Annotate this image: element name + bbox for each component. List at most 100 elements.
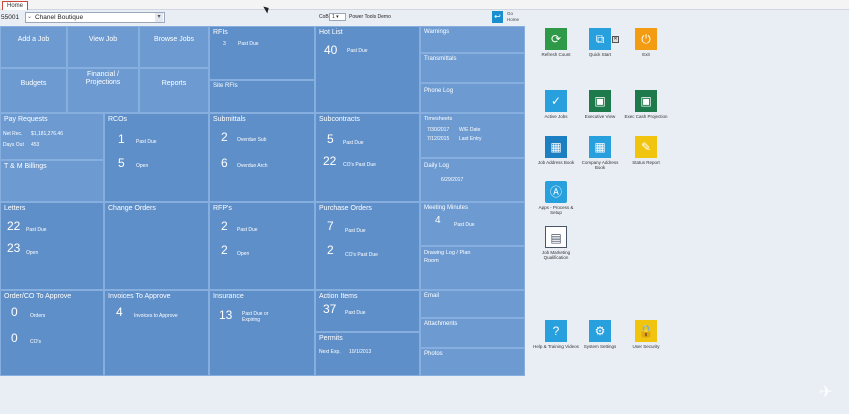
executive-view-button[interactable]: ▣ Executive View — [577, 90, 623, 119]
letters-count-open: 23 — [7, 241, 21, 255]
company-address-icon: ▦ — [589, 136, 611, 158]
job-address-book-label: Job Address Book — [537, 160, 575, 165]
subcontracts-label-co: CO's Past Due — [343, 162, 376, 168]
submittals-title: Submittals — [213, 116, 246, 123]
action-items-tile[interactable]: Action Items 37 Past Due — [315, 290, 420, 332]
insurance-label: Past Due or Expiring — [242, 311, 269, 323]
system-settings-label: System Settings — [583, 344, 617, 349]
action-items-label: Past Due — [345, 310, 366, 316]
tab-home[interactable]: Home — [2, 1, 29, 10]
exec-cash-projection-button[interactable]: ▣ Exec Cash Projection — [623, 90, 669, 119]
daily-log-title: Daily Log — [424, 163, 450, 169]
company-address-book-label: Company Address Book — [581, 160, 619, 170]
timesheets-label-last: Last Entry — [459, 136, 482, 142]
rfps-tile[interactable]: RFP's 2 Past Due 2 Open — [209, 202, 315, 290]
drawing-log-tile[interactable]: Drawing Log / Plan Room — [420, 246, 525, 290]
home-button[interactable]: ↩ — [492, 11, 503, 23]
home-label: Go Home — [507, 11, 520, 22]
refresh-count-button[interactable]: ⟳ Refresh Count — [533, 28, 579, 57]
company-name: Power Tools Demo — [349, 14, 391, 20]
apps-icon: Ⓐ — [545, 181, 567, 203]
letters-tile[interactable]: Letters 22 Past Due 23 Open — [0, 202, 104, 290]
order-co-count-orders: 0 — [11, 305, 18, 319]
submittals-tile[interactable]: Submittals 2 Overdue Sub 6 Overdue Arch — [209, 113, 315, 202]
insurance-tile[interactable]: Insurance 13 Past Due or Expiring — [209, 290, 315, 376]
apps-process-setup-button[interactable]: Ⓐ Apps - Process & Setup — [533, 181, 579, 215]
company-address-book-button[interactable]: ▦ Company Address Book — [577, 136, 623, 170]
submittals-count-arch: 6 — [221, 156, 228, 170]
view-job-tile[interactable]: View Job — [67, 26, 139, 68]
exit-button[interactable]: ⏻ Exit — [623, 28, 669, 57]
rfis-title: RFIs — [213, 29, 228, 36]
user-security-button[interactable]: 🔒 User Security — [623, 320, 669, 349]
executive-icon: ▣ — [589, 90, 611, 112]
purchase-orders-tile[interactable]: Purchase Orders 7 Past Due 2 CO's Past D… — [315, 202, 420, 290]
rfis-tile[interactable]: RFIs 3 Past Due — [209, 26, 315, 80]
site-rfis-tile[interactable]: Site RFIs — [209, 80, 315, 113]
transmittals-title: Transmittals — [424, 56, 457, 62]
warnings-tile[interactable]: Warnings — [420, 26, 525, 53]
letters-label-open: Open — [26, 250, 39, 256]
rfps-label-open: Open — [237, 251, 250, 257]
active-jobs-button[interactable]: ✓ Active Jobs — [533, 90, 579, 119]
browse-jobs-tile[interactable]: Browse Jobs — [139, 26, 209, 68]
job-marketing-qualification-button[interactable]: ▤ Job Marketing Qualification — [533, 226, 579, 260]
add-job-label: Add a Job — [17, 36, 50, 43]
submittals-count-sub: 2 — [221, 130, 228, 144]
rfps-count-open: 2 — [221, 243, 228, 257]
invoices-label: Invoices to Approve — [134, 313, 178, 319]
rfps-label-past-due: Past Due — [237, 227, 258, 233]
budgets-label: Budgets — [20, 80, 47, 87]
meeting-minutes-tile[interactable]: Meeting Minutes 4 Past Due — [420, 202, 525, 246]
reports-tile[interactable]: Reports — [139, 68, 209, 113]
change-orders-title: Change Orders — [108, 205, 156, 212]
status-report-button[interactable]: ✎ Status Report — [623, 136, 669, 165]
phone-log-tile[interactable]: Phone Log — [420, 83, 525, 113]
add-job-tile[interactable]: Add a Job — [0, 26, 67, 68]
timesheets-tile[interactable]: Timesheets 7/30/2017 W/E Date 7/12/2015 … — [420, 113, 525, 158]
close-icon[interactable]: ✕ — [612, 36, 619, 43]
hot-list-tile[interactable]: Hot List 40 Past Due — [315, 26, 420, 113]
job-select[interactable]: ⌄ Chanel Boutique ▾ — [25, 12, 165, 23]
daily-log-tile[interactable]: Daily Log 6/29/2017 — [420, 158, 525, 202]
purchase-orders-count-past-due: 7 — [327, 219, 334, 233]
lock-icon: 🔒 — [635, 320, 657, 342]
financial-projections-label: Financial / Projections — [85, 71, 121, 86]
cash-projection-icon: ▣ — [635, 90, 657, 112]
dropdown-arrow-icon[interactable]: ▾ — [155, 13, 163, 22]
rcos-label-past-due: Past Due — [136, 139, 157, 145]
budgets-tile[interactable]: Budgets — [0, 68, 67, 113]
action-items-count: 37 — [323, 302, 337, 316]
purchase-orders-label-co: CO's Past Due — [345, 252, 378, 258]
status-report-icon: ✎ — [635, 136, 657, 158]
transmittals-tile[interactable]: Transmittals — [420, 53, 525, 83]
permits-tile[interactable]: Permits Next Exp. 10/1/2013 — [315, 332, 420, 376]
email-tile[interactable]: Email — [420, 290, 525, 318]
change-orders-tile[interactable]: Change Orders — [104, 202, 209, 290]
pay-requests-tile[interactable]: Pay Requests Net Rec. $1,181,276.46 Days… — [0, 113, 104, 160]
order-co-approve-tile[interactable]: Order/CO To Approve 0 Orders 0 CO's — [0, 290, 104, 376]
home-arrow-icon: ↩ — [494, 12, 501, 21]
submittals-label-arch: Overdue Arch — [237, 163, 268, 169]
chevron-down-icon: ⌄ — [27, 14, 33, 20]
rcos-count-open: 5 — [118, 156, 125, 170]
system-settings-button[interactable]: ⚙ System Settings — [577, 320, 623, 349]
invoices-count: 4 — [116, 305, 123, 319]
invoices-approve-tile[interactable]: Invoices To Approve 4 Invoices to Approv… — [104, 290, 209, 376]
status-report-label: Status Report — [632, 160, 660, 165]
company-select[interactable]: 1 ▾ — [329, 13, 346, 21]
rcos-tile[interactable]: RCOs 1 Past Due 5 Open — [104, 113, 209, 202]
help-training-videos-label: Help & Training Videos — [533, 344, 579, 349]
attachments-title: Attachments — [424, 321, 458, 327]
attachments-tile[interactable]: Attachments — [420, 318, 525, 348]
financial-projections-tile[interactable]: Financial / Projections — [67, 68, 139, 113]
browse-jobs-label: Browse Jobs — [153, 36, 195, 43]
help-training-videos-button[interactable]: ? Help & Training Videos — [533, 320, 579, 349]
job-address-book-button[interactable]: ▦ Job Address Book — [533, 136, 579, 165]
subcontracts-tile[interactable]: Subcontracts 5 Past Due 22 CO's Past Due — [315, 113, 420, 202]
subcontracts-label-past-due: Past Due — [343, 140, 364, 146]
tm-billings-tile[interactable]: T & M Billings — [0, 160, 104, 202]
tm-billings-title: T & M Billings — [4, 163, 47, 170]
timesheets-date-we: 7/30/2017 — [427, 127, 450, 133]
photos-tile[interactable]: Photos — [420, 348, 525, 376]
